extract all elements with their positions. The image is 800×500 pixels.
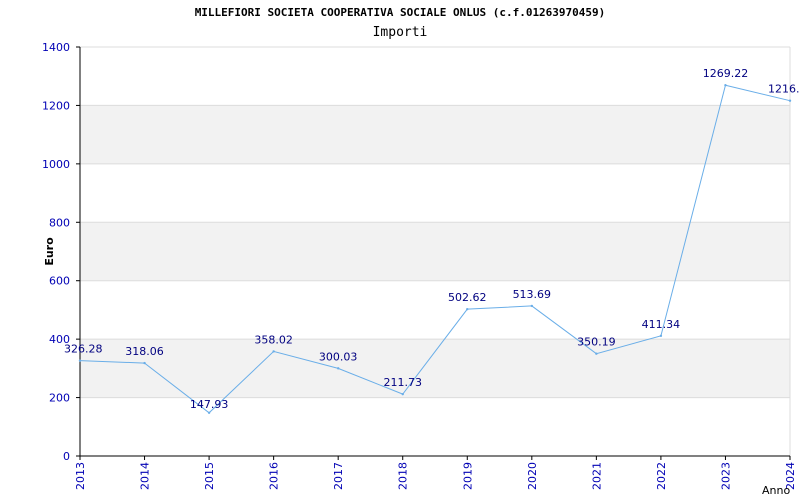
data-label: 513.69 [513,288,552,301]
y-tick-label: 0 [63,450,70,463]
x-axis-label: Anno [762,484,790,497]
y-axis-label: Euro [43,237,56,266]
x-tick-label: 2019 [461,462,474,490]
data-label: 326.28 [64,343,103,356]
data-point [78,359,82,362]
line-chart: 02004006008001000120014002013 2014 2015 201… [42,41,800,497]
x-tick-label: 2022 [655,462,668,490]
data-label: 502.62 [448,291,487,304]
data-point [143,361,146,365]
data-label: 358.02 [254,333,293,346]
y-tick-label: 1200 [42,99,70,112]
y-tick-label: 1400 [42,41,70,54]
data-label: 1269.22 [703,67,749,80]
data-label: 211.73 [383,376,422,389]
x-tick-label: 2016 [268,462,281,490]
y-tick-label: 200 [49,392,70,405]
data-label: 411.34 [642,318,681,331]
data-point [207,411,211,414]
y-tick-label: 800 [49,216,70,229]
data-point [595,352,598,355]
data-label: 318.06 [125,345,164,358]
x-tick-label: 2013 [74,462,87,490]
x-tick-label: 2018 [397,462,410,490]
data-point [659,334,663,338]
grid-band [80,105,790,164]
data-point [401,392,404,396]
x-tick-label: 2014 [139,462,152,490]
data-point [272,350,275,353]
data-point [336,367,340,370]
data-point [530,304,534,308]
x-tick-label: 2023 [719,462,732,490]
data-point [466,307,469,311]
data-label: 1216.2 [768,83,800,96]
x-tick-label: 2015 [203,462,216,490]
x-tick-label: 2020 [526,462,539,490]
x-tick-label: 2017 [332,462,345,490]
data-point [724,84,727,87]
y-tick-label: 600 [49,275,70,288]
data-label: 147.93 [190,398,229,411]
grid-band [80,222,790,281]
y-tick-label: 1000 [42,158,70,171]
data-point [788,99,792,102]
data-label: 300.03 [319,350,358,363]
data-label: 350.19 [577,336,616,349]
x-tick-label: 2021 [590,462,603,490]
grid-band [80,339,790,398]
